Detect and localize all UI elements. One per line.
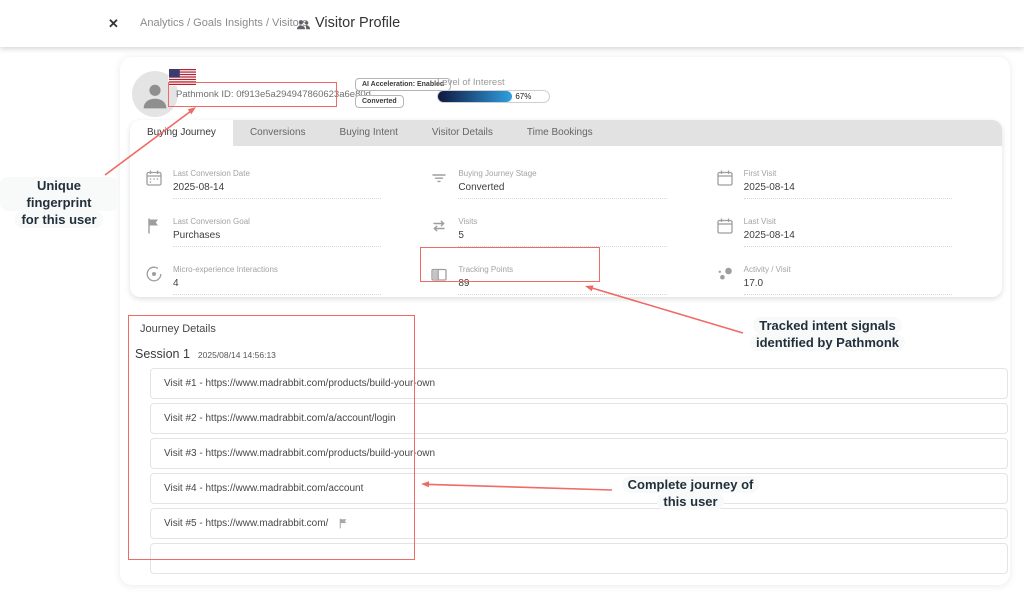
visitor-profile-page: ✕ Analytics / Goals Insights / Visitors …	[0, 0, 1024, 592]
field-value: 17.0	[744, 278, 952, 289]
us-flag-icon	[169, 69, 196, 85]
interest-label: Level of Interest	[437, 77, 505, 88]
fields-grid: Last Conversion Date 2025-08-14 Buying J…	[130, 146, 1002, 297]
field-label: Tracking Points	[458, 265, 666, 274]
field-first-visit: First Visit 2025-08-14	[709, 151, 994, 199]
visit-label: Visit #2 - https://www.madrabbit.com/a/a…	[164, 413, 396, 424]
field-value: 89	[458, 278, 666, 289]
field-last-visit: Last Visit 2025-08-14	[709, 199, 994, 247]
journey-details-title: Journey Details	[140, 323, 216, 335]
field-activity-per-visit: Activity / Visit 17.0	[709, 247, 994, 295]
visit-row-5[interactable]: Visit #5 - https://www.madrabbit.com/	[150, 508, 1008, 539]
tabs-card: Buying Journey Conversions Buying Intent…	[130, 120, 1002, 297]
field-value: 2025-08-14	[173, 182, 381, 193]
filter-icon	[429, 168, 451, 193]
page-title: Visitor Profile	[315, 0, 400, 47]
field-label: Micro-experience Interactions	[173, 265, 381, 274]
annotation-fingerprint: Unique fingerprint for this user	[0, 177, 118, 228]
tab-time-bookings[interactable]: Time Bookings	[510, 120, 610, 146]
calendar-icon	[715, 168, 737, 193]
field-value: 2025-08-14	[744, 182, 952, 193]
field-buying-journey-stage: Buying Journey Stage Converted	[423, 151, 708, 199]
visit-label: Visit #3 - https://www.madrabbit.com/pro…	[164, 448, 435, 459]
visit-label: Visit #1 - https://www.madrabbit.com/pro…	[164, 378, 435, 389]
field-value: 4	[173, 278, 381, 289]
pathmonk-id: Pathmonk ID: 0f913e5a294947860623a6e80d.…	[176, 82, 336, 107]
tab-visitor-details[interactable]: Visitor Details	[415, 120, 510, 146]
person-icon	[139, 79, 171, 111]
interest-bar-fill	[438, 91, 512, 102]
session-label: Session 1	[135, 347, 190, 361]
close-button[interactable]: ✕	[108, 0, 119, 47]
field-label: Last Conversion Goal	[173, 217, 381, 226]
visit-row-empty	[150, 543, 1008, 574]
tab-conversions[interactable]: Conversions	[233, 120, 323, 146]
visitor-profile-card: Pathmonk ID: 0f913e5a294947860623a6e80d.…	[120, 57, 1010, 585]
session-timestamp: 2025/08/14 14:56:13	[198, 350, 276, 360]
field-value: Converted	[458, 182, 666, 193]
conversion-flag-icon	[337, 517, 350, 530]
visit-row-2[interactable]: Visit #2 - https://www.madrabbit.com/a/a…	[150, 403, 1008, 434]
field-tracking-points: Tracking Points 89	[423, 247, 708, 295]
visitors-icon	[296, 17, 311, 35]
converted-badge: Converted	[355, 95, 404, 108]
visit-label: Visit #4 - https://www.madrabbit.com/acc…	[164, 483, 363, 494]
flag-icon	[144, 216, 166, 241]
field-label: Visits	[458, 217, 666, 226]
field-last-conversion-date: Last Conversion Date 2025-08-14	[138, 151, 423, 199]
annotation-line: Unique fingerprint	[0, 177, 118, 211]
tab-buying-intent[interactable]: Buying Intent	[323, 120, 415, 146]
calendar-icon	[144, 168, 166, 193]
visit-row-4[interactable]: Visit #4 - https://www.madrabbit.com/acc…	[150, 473, 1008, 504]
annotation-line: for this user	[15, 211, 102, 228]
field-visits: Visits 5	[423, 199, 708, 247]
calendar-icon	[715, 216, 737, 241]
interest-bar-value: 67%	[515, 92, 531, 101]
bubbles-icon	[715, 264, 737, 289]
visit-row-1[interactable]: Visit #1 - https://www.madrabbit.com/pro…	[150, 368, 1008, 399]
interest-bar: 67%	[437, 90, 550, 103]
tab-strip: Buying Journey Conversions Buying Intent…	[130, 120, 1002, 146]
field-micro-experience-interactions: Micro-experience Interactions 4	[138, 247, 423, 295]
visit-row-3[interactable]: Visit #3 - https://www.madrabbit.com/pro…	[150, 438, 1008, 469]
field-label: Buying Journey Stage	[458, 169, 666, 178]
visit-label: Visit #5 - https://www.madrabbit.com/	[164, 518, 328, 529]
field-value: 2025-08-14	[744, 230, 952, 241]
broadcast-icon	[144, 264, 166, 289]
field-value: Purchases	[173, 230, 381, 241]
field-value: 5	[458, 230, 666, 241]
repeat-icon	[429, 216, 451, 241]
field-label: Activity / Visit	[744, 265, 952, 274]
field-label: Last Conversion Date	[173, 169, 381, 178]
topbar: ✕ Analytics / Goals Insights / Visitors …	[0, 0, 1024, 47]
session-header: Session 1 2025/08/14 14:56:13	[135, 345, 276, 363]
breadcrumb[interactable]: Analytics / Goals Insights / Visitors	[140, 0, 308, 47]
panel-icon	[429, 264, 451, 289]
field-last-conversion-goal: Last Conversion Goal Purchases	[138, 199, 423, 247]
tab-buying-journey[interactable]: Buying Journey	[130, 120, 233, 146]
field-label: First Visit	[744, 169, 952, 178]
field-label: Last Visit	[744, 217, 952, 226]
